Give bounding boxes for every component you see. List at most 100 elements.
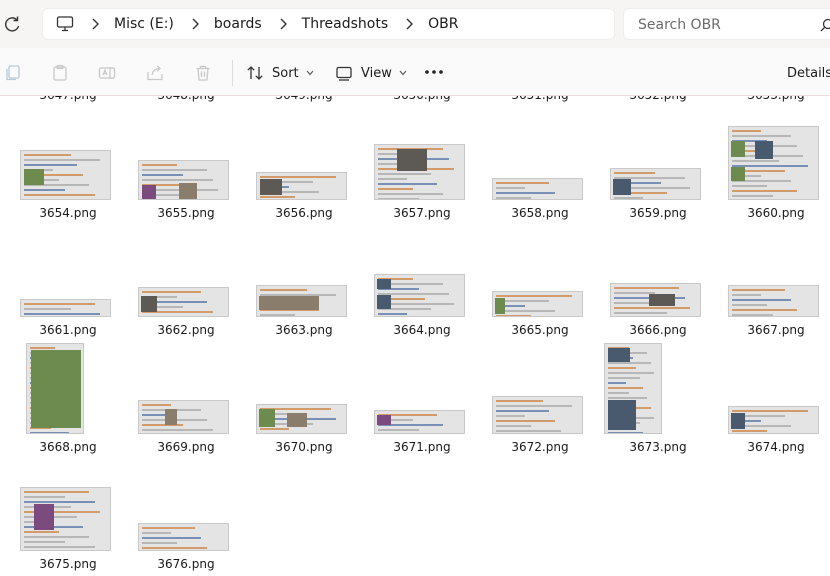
file-item[interactable]: 3675.png <box>9 451 127 571</box>
file-item[interactable]: 3673.png <box>599 334 717 454</box>
chevron-down-icon <box>399 70 407 76</box>
file-thumbnail <box>138 400 229 434</box>
thumbnail-line <box>378 178 408 180</box>
thumbnail-line <box>378 183 437 185</box>
chevron-right-icon[interactable] <box>90 18 100 30</box>
thumbnail-line <box>496 192 555 194</box>
file-thumbnail <box>374 144 465 200</box>
this-pc-icon[interactable] <box>56 15 74 33</box>
thumbnail-line <box>614 172 655 174</box>
thumbnail-line <box>732 314 773 316</box>
thumbnail-line <box>608 387 644 389</box>
file-item[interactable]: 3654.png <box>9 100 127 220</box>
thumbnail-line <box>732 185 767 187</box>
thumbnail-line <box>142 179 213 181</box>
file-item[interactable]: 3676.png <box>127 451 245 571</box>
thumbnail-line <box>24 159 101 161</box>
file-item[interactable]: 3655.png <box>127 100 245 220</box>
paste-icon[interactable] <box>51 64 69 82</box>
refresh-icon[interactable] <box>2 14 22 34</box>
file-thumbnail <box>492 396 583 434</box>
chevron-right-icon[interactable] <box>278 18 288 30</box>
thumbnail-image <box>260 179 282 195</box>
breadcrumb-item-misc[interactable]: Misc (E:) <box>114 16 174 32</box>
file-thumbnail <box>256 285 347 317</box>
thumbnail-line <box>496 315 531 316</box>
file-item[interactable]: 3667.png <box>717 217 830 337</box>
breadcrumb[interactable]: Misc (E:) boards Threadshots OBR <box>42 8 615 40</box>
thumbnail-line <box>614 307 691 309</box>
file-item[interactable]: 3668.png <box>9 334 127 454</box>
file-label: 3673.png <box>629 440 687 454</box>
delete-icon[interactable] <box>194 64 212 82</box>
breadcrumb-item-boards[interactable]: boards <box>214 16 262 32</box>
file-thumbnail <box>256 172 347 200</box>
file-item[interactable]: 3657.png <box>363 100 481 220</box>
thumbnail-line <box>24 536 89 538</box>
thumbnail-line <box>142 547 207 549</box>
file-item[interactable]: 3659.png <box>599 100 717 220</box>
toolbar-divider <box>232 60 233 86</box>
thumbnail-line <box>142 429 213 431</box>
chevron-right-icon[interactable] <box>404 18 414 30</box>
search-icon[interactable] <box>820 18 830 32</box>
thumbnail-image <box>613 179 631 195</box>
thumbnail-image <box>731 413 745 429</box>
share-icon[interactable] <box>146 64 164 82</box>
sort-button[interactable]: Sort <box>246 61 314 85</box>
file-label: 3670.png <box>275 440 333 454</box>
file-item[interactable]: 3671.png <box>363 334 481 454</box>
thumbnail-line <box>24 541 65 543</box>
file-item[interactable]: 3662.png <box>127 217 245 337</box>
thumbnail-line <box>378 188 413 190</box>
file-label: 3674.png <box>747 440 805 454</box>
file-label: 3672.png <box>511 440 569 454</box>
file-thumbnail <box>492 178 583 200</box>
breadcrumb-item-obr[interactable]: OBR <box>428 16 458 32</box>
file-item[interactable]: 3658.png <box>481 100 599 220</box>
search-input[interactable]: Search OBR <box>638 17 721 33</box>
file-item[interactable]: 3665.png <box>481 217 599 337</box>
file-thumbnail <box>138 287 229 317</box>
thumbnail-line <box>142 527 195 529</box>
file-item[interactable]: 3672.png <box>481 334 599 454</box>
details-label: Details <box>787 65 830 81</box>
file-thumbnail <box>20 299 111 317</box>
file-thumbnail <box>138 523 229 551</box>
view-button[interactable]: View <box>335 61 407 85</box>
thumbnail-line <box>732 190 797 192</box>
thumbnail-line <box>608 377 640 379</box>
file-item[interactable]: 3666.png <box>599 217 717 337</box>
thumbnail-line <box>732 135 791 137</box>
file-grid: 3647.png3648.png3649.png3650.png3651.png… <box>0 96 830 576</box>
file-item[interactable]: 3664.png <box>363 217 481 337</box>
chevron-down-icon <box>306 70 314 76</box>
file-item[interactable]: 3669.png <box>127 334 245 454</box>
more-options-icon[interactable] <box>424 66 444 78</box>
thumbnail-line <box>378 429 419 431</box>
thumbnail-line <box>496 415 526 417</box>
thumbnail-line <box>24 189 65 191</box>
thumbnail-line <box>24 496 65 498</box>
file-item[interactable]: 3674.png <box>717 334 830 454</box>
thumbnail-image <box>141 296 157 312</box>
rename-icon[interactable] <box>98 64 116 82</box>
thumbnail-line <box>142 164 177 166</box>
breadcrumb-item-threadshots[interactable]: Threadshots <box>302 16 388 32</box>
thumbnail-line <box>30 432 69 433</box>
sort-icon <box>247 66 263 80</box>
file-item[interactable]: 3661.png <box>9 217 127 337</box>
file-item[interactable]: 3670.png <box>245 334 363 454</box>
thumbnail-line <box>496 420 555 422</box>
thumbnail-line <box>608 397 647 399</box>
copy-icon[interactable] <box>4 64 22 82</box>
chevron-right-icon[interactable] <box>190 18 200 30</box>
thumbnail-line <box>614 312 667 314</box>
thumbnail-line <box>260 314 295 316</box>
file-item[interactable]: 3660.png <box>717 100 830 220</box>
details-pane-button[interactable]: Details <box>779 61 830 85</box>
search-box[interactable]: Search OBR <box>623 8 830 40</box>
file-item[interactable]: 3663.png <box>245 217 363 337</box>
file-item[interactable]: 3656.png <box>245 100 363 220</box>
thumbnail-line <box>24 546 95 548</box>
